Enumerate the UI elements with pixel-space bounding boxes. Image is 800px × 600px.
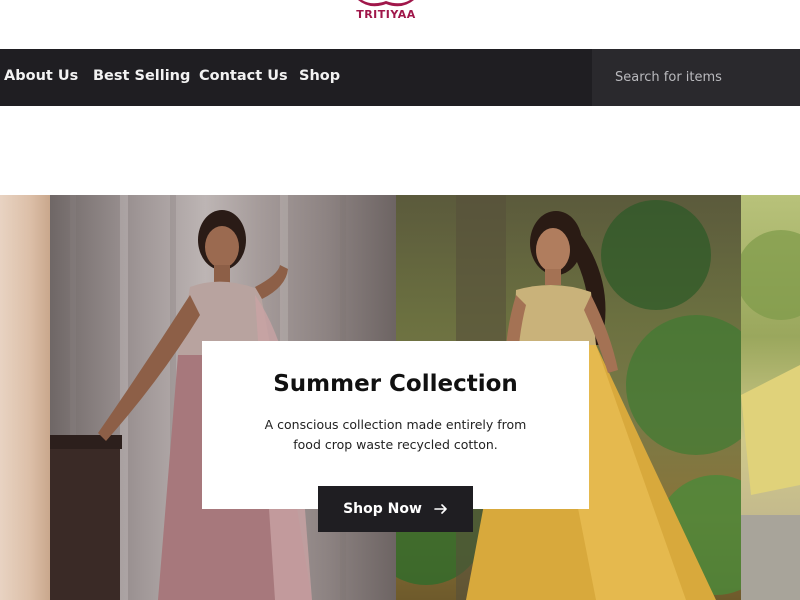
brand-name: TRITIYAA <box>356 8 416 21</box>
search-box <box>592 49 800 106</box>
main-navigation: About Us Best Selling Contact Us Shop <box>0 49 800 106</box>
brand-logo[interactable]: TRITIYAA <box>352 0 420 26</box>
next-slide-preview <box>741 230 800 600</box>
nav-link-contact-us[interactable]: Contact Us <box>199 68 288 84</box>
shop-now-button[interactable]: Shop Now <box>318 486 473 532</box>
slide-caption-card: Summer Collection A conscious collection… <box>202 341 589 509</box>
slide-image-previous <box>0 195 50 600</box>
site-header: TRITIYAA <box>0 0 800 49</box>
nav-link-best-selling[interactable]: Best Selling <box>93 68 190 84</box>
slide-image-next <box>741 195 800 600</box>
slide-title: Summer Collection <box>273 371 518 397</box>
search-input[interactable] <box>592 49 800 106</box>
nav-link-shop[interactable]: Shop <box>299 68 340 84</box>
shop-now-label: Shop Now <box>343 501 422 517</box>
arrow-right-icon <box>434 504 447 514</box>
slide-description: A conscious collection made entirely fro… <box>264 417 527 452</box>
nav-link-about-us[interactable]: About Us <box>4 68 78 84</box>
hero-slider[interactable]: Summer Collection A conscious collection… <box>0 195 800 600</box>
